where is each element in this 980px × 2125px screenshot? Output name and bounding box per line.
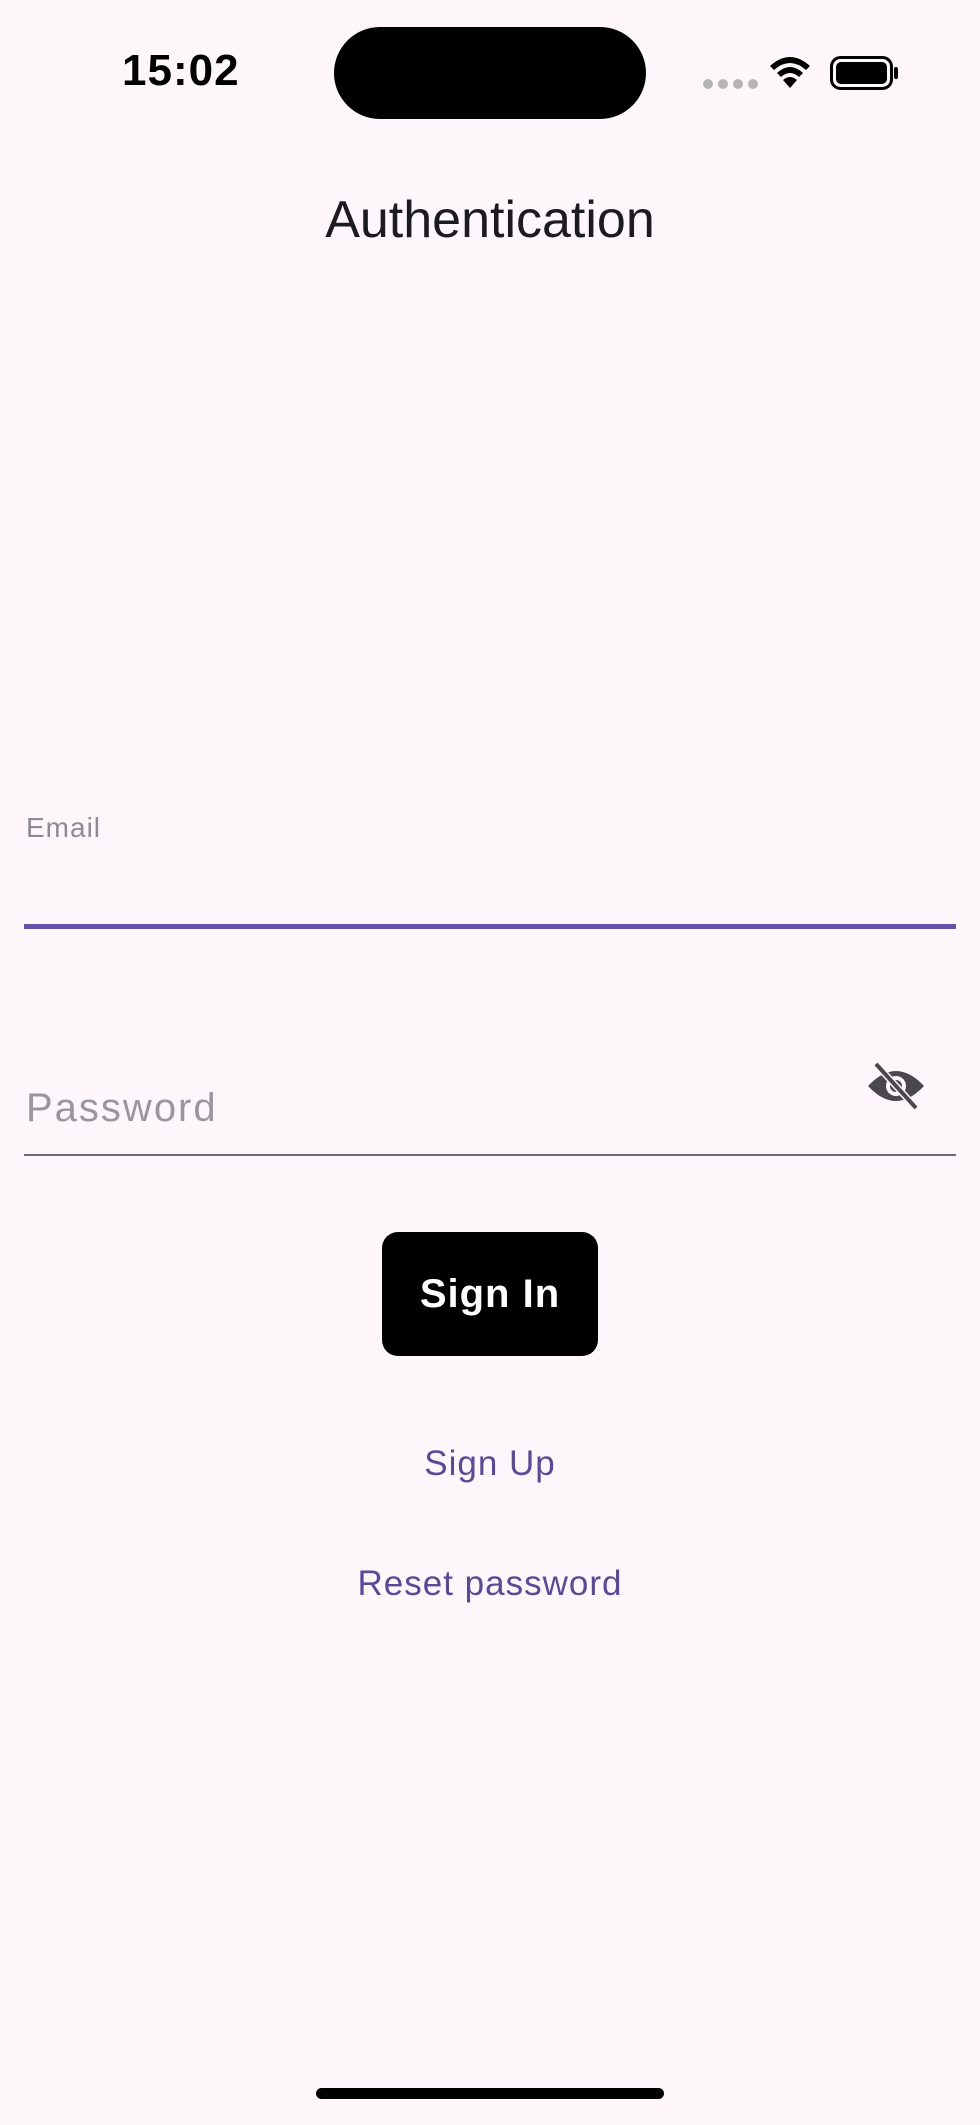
cellular-signal-icon: [703, 79, 758, 89]
email-field-label: Email: [26, 812, 102, 843]
password-field-underline: [24, 1154, 956, 1156]
page-title: Authentication: [325, 191, 655, 249]
status-time: 15:02: [122, 46, 240, 95]
email-field[interactable]: [26, 850, 956, 920]
home-indicator[interactable]: [316, 2088, 664, 2099]
battery-icon: [830, 56, 898, 90]
sign-up-link[interactable]: Sign Up: [0, 1444, 980, 1484]
wifi-icon: [770, 57, 810, 88]
email-field-underline: [24, 924, 956, 929]
reset-password-link[interactable]: Reset password: [0, 1564, 980, 1604]
password-field[interactable]: [26, 1078, 846, 1138]
sign-in-button[interactable]: Sign In: [382, 1232, 598, 1356]
dynamic-island: [334, 27, 646, 119]
eye-off-icon[interactable]: [864, 1060, 928, 1112]
